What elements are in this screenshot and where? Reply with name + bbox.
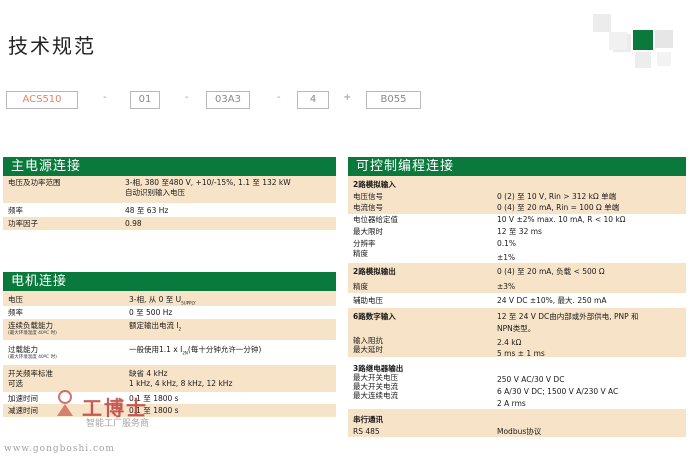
row-value: ±3%	[497, 282, 516, 291]
table-row: 最大限时 12 至 32 ms	[348, 226, 686, 238]
table-row: 频率 48 至 63 Hz	[3, 203, 336, 217]
decorative-squares	[585, 12, 685, 82]
control-connection-title: 可控制编程连接	[348, 157, 686, 176]
page-title: 技术规范	[8, 34, 96, 58]
table-row: 连续负载能力 (最大环境温度 40ºC 时) 额定输出电流 I2	[3, 319, 336, 340]
row-value: 0.98	[125, 219, 142, 228]
row-label: 最大延时	[353, 345, 383, 354]
row-label: 电压	[8, 295, 23, 304]
row-label: 过载能力 (最大环境温度 40ºC 时)	[8, 345, 57, 360]
watermark-url: www.gongboshi.com	[4, 444, 115, 454]
power-connection-panel: 主电源连接 电压及功率范围 3-相, 380 至480 V, +10/-15%,…	[3, 157, 336, 230]
table-row: 精度 ±3%	[348, 280, 686, 293]
control-connection-panel: 可控制编程连接 2路模拟输入 电压信号 0 (2) 至 10 V, Rin > …	[348, 157, 686, 437]
row-label: 6路数字输入	[353, 312, 396, 321]
row-label: 电压信号	[353, 192, 383, 201]
row-value: 0 (4) 至 20 mA, 负载 < 500 Ω	[497, 267, 605, 276]
row-label: 辅助电压	[353, 296, 383, 305]
table-row: 精度 ±1%	[348, 249, 686, 263]
row-value: 0.1%	[497, 239, 517, 248]
row-value: 一般使用1.1 x I2N(每十分钟允许一分钟)	[129, 345, 262, 356]
row-value: 0 (2) 至 10 V, Rin > 312 kΩ 单端	[497, 192, 617, 201]
row-label: 电位器给定值	[353, 215, 398, 224]
row-value: 6 A/30 V DC; 1500 V A/230 V AC	[497, 387, 619, 396]
code-separator: -	[103, 92, 107, 103]
table-row: 电流信号 0 (4) 至 20 mA, Rin = 100 Ω 单端	[348, 202, 686, 214]
table-row: 过载能力 (最大环境温度 40ºC 时) 一般使用1.1 x I2N(每十分钟允许…	[3, 340, 336, 365]
row-value: 0 (4) 至 20 mA, Rin = 100 Ω 单端	[497, 203, 620, 212]
code-separator: -	[185, 92, 189, 103]
row-value: 额定输出电流 I2	[129, 321, 182, 332]
table-row: 2路模拟输出 0 (4) 至 20 mA, 负载 < 500 Ω	[348, 263, 686, 280]
row-value-line2: 自动识别输入电压	[125, 188, 185, 197]
table-row: 功率因子 0.98	[3, 217, 336, 230]
row-value: 250 V AC/30 V DC	[497, 375, 565, 384]
row-label: 精度	[353, 249, 368, 258]
watermark-logo-icon	[57, 390, 73, 416]
row-label: 电压及功率范围	[8, 178, 61, 187]
row-label: 2路模拟输入	[353, 180, 396, 189]
table-row: 电压 3-相, 从 0 至 USUPPLY	[3, 294, 336, 306]
watermark-tagline: 智能工厂服务商	[86, 419, 150, 429]
code-separator: +	[343, 92, 352, 103]
table-row: 电压及功率范围 3-相, 380 至480 V, +10/-15%, 1.1 至…	[3, 177, 336, 203]
table-row: 2路模拟输入	[348, 179, 686, 191]
row-label: 精度	[353, 282, 368, 291]
code-part-option: B055	[366, 91, 421, 109]
motor-connection-title: 电机连接	[3, 272, 336, 291]
table-row: 电压信号 0 (2) 至 10 V, Rin > 312 kΩ 单端	[348, 191, 686, 202]
row-value: 10 V ±2% max. 10 mA, R < 10 kΩ	[497, 215, 626, 224]
row-label: 串行通讯	[353, 415, 383, 424]
row-label: 频率	[8, 308, 23, 317]
code-separator: -	[277, 92, 281, 103]
watermark: 工博士 智能工厂服务商 www.gongboshi.com	[0, 378, 230, 456]
table-row: 电位器给定值 10 V ±2% max. 10 mA, R < 10 kΩ	[348, 214, 686, 226]
row-value-line2: NPN类型。	[497, 324, 536, 333]
code-part-type: ACS510	[6, 91, 78, 109]
row-value: ±1%	[497, 253, 516, 262]
row-label: 最大连续电流	[353, 391, 398, 400]
row-label: 最大限时	[353, 227, 383, 236]
table-row: 辅助电压 24 V DC ±10%, 最大. 250 mA	[348, 293, 686, 308]
row-label: 连续负载能力 (最大环境温度 40ºC 时)	[8, 321, 57, 336]
row-value: 0 至 500 Hz	[129, 308, 173, 317]
code-part-series: 01	[130, 91, 160, 109]
row-value: 24 V DC ±10%, 最大. 250 mA	[497, 296, 607, 305]
row-label: 电流信号	[353, 203, 383, 212]
row-value: 12 至 24 V DC由内部或外部供电, PNP 和	[497, 312, 639, 321]
row-label: 2路模拟输出	[353, 267, 396, 276]
row-label: 功率因子	[8, 219, 38, 228]
row-value: 12 至 32 ms	[497, 227, 542, 236]
power-connection-title: 主电源连接	[3, 157, 336, 176]
table-row: 3路继电器输出 最大开关电压 250 V AC/30 V DC 最大开关电流 6…	[348, 357, 686, 409]
table-row: 分辨率 0.1%	[348, 238, 686, 249]
table-row: 频率 0 至 500 Hz	[3, 306, 336, 319]
row-label: 频率	[8, 206, 23, 215]
table-row: 6路数字输入 12 至 24 V DC由内部或外部供电, PNP 和 NPN类型…	[348, 308, 686, 358]
table-row: 串行通讯 RS 485 Modbus协议	[348, 409, 686, 437]
code-part-rating: 03A3	[206, 91, 250, 109]
row-label: RS 485	[353, 427, 380, 436]
row-value: 48 至 63 Hz	[125, 206, 169, 215]
row-value: 2 A rms	[497, 399, 526, 408]
row-value: Modbus协议	[497, 427, 542, 436]
row-value: 2.4 kΩ	[497, 338, 522, 347]
code-part-voltage: 4	[297, 91, 329, 109]
